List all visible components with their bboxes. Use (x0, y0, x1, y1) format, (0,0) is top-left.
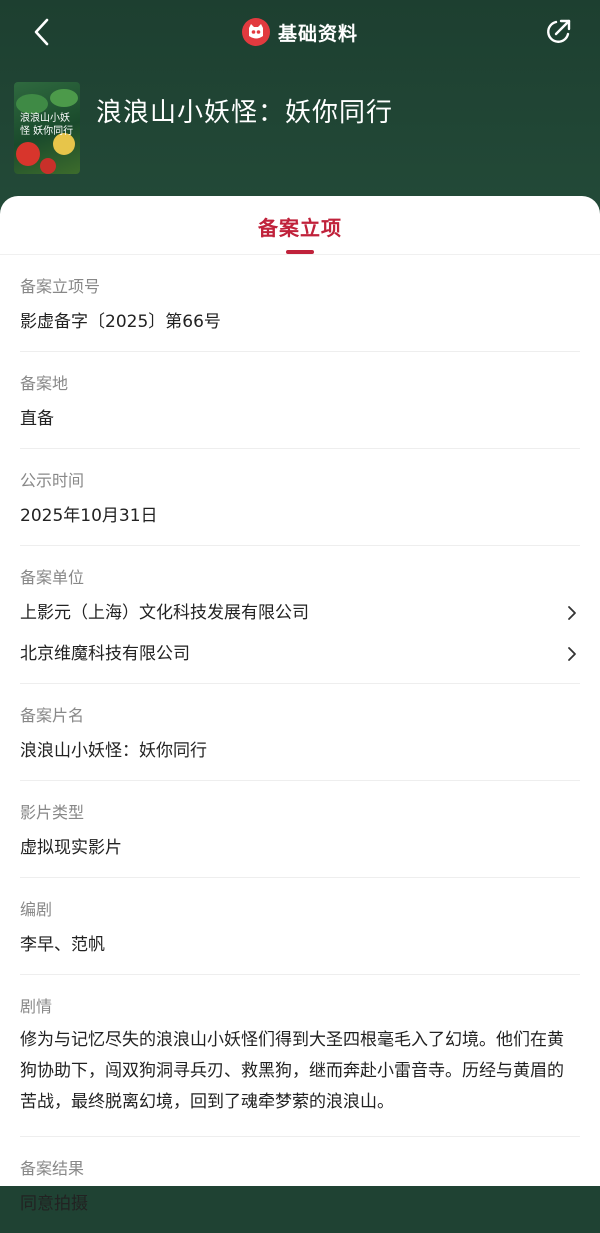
chevron-right-icon (564, 605, 580, 621)
record-number-section: 备案立项号 影虚备字〔2025〕第66号 (20, 255, 580, 352)
record-number-label: 备案立项号 (20, 277, 101, 296)
record-place-label: 备案地 (20, 374, 69, 393)
film-type-label: 影片类型 (20, 803, 85, 822)
tab-record-label: 备案立项 (258, 216, 342, 240)
result-label: 备案结果 (20, 1159, 85, 1178)
result-value: 同意拍摄 (20, 1194, 88, 1214)
publish-time-label: 公示时间 (20, 471, 85, 490)
unit-link-shangyingyuan[interactable]: 上影元（上海）文化科技发展有限公司 (20, 602, 580, 624)
screenwriter-value: 李早、范帆 (20, 935, 105, 955)
unit-link-weimo[interactable]: 北京维魔科技有限公司 (20, 643, 580, 665)
screenwriter-label: 编剧 (20, 900, 53, 919)
publish-time-section: 公示时间 2025年10月31日 (20, 449, 580, 546)
tab-record[interactable]: 备案立项 (258, 196, 342, 254)
record-place-value: 直备 (20, 409, 54, 429)
film-type-section: 影片类型 虚拟现实影片 (20, 781, 580, 878)
unit-name: 北京维魔科技有限公司 (20, 644, 190, 664)
plot-section: 剧情 修为与记忆尽失的浪浪山小妖怪们得到大圣四根毫毛入了幻境。他们在黄狗协助下，… (20, 975, 580, 1137)
tab-active-indicator (286, 250, 314, 254)
record-units-section: 备案单位 上影元（上海）文化科技发展有限公司 北京维魔科技有限公司 (20, 546, 580, 684)
record-units-label: 备案单位 (20, 568, 85, 587)
result-section: 备案结果 同意拍摄 (20, 1137, 580, 1233)
plot-label: 剧情 (20, 997, 53, 1016)
film-name-section: 备案片名 浪浪山小妖怪：妖你同行 (20, 684, 580, 781)
movie-poster: 浪浪山小妖怪 妖你同行 (14, 82, 80, 174)
film-name-value: 浪浪山小妖怪：妖你同行 (20, 741, 207, 761)
film-name-label: 备案片名 (20, 706, 85, 725)
share-icon (547, 19, 571, 43)
record-place-section: 备案地 直备 (20, 352, 580, 449)
screenwriter-section: 编剧 李早、范帆 (20, 878, 580, 975)
chevron-right-icon (564, 646, 580, 662)
poster-text: 浪浪山小妖怪 妖你同行 (20, 113, 74, 137)
tab-bar: 备案立项 (0, 196, 600, 255)
header: 基础资料 浪浪山小妖怪 妖你同行 浪浪山小妖怪：妖你同行 (0, 0, 600, 215)
plot-text: 修为与记忆尽失的浪浪山小妖怪们得到大圣四根毫毛入了幻境。他们在黄狗协助下，闯双狗… (20, 1030, 564, 1112)
movie-title: 浪浪山小妖怪：妖你同行 (96, 98, 394, 128)
info-card: 备案立项 备案立项号 影虚备字〔2025〕第66号 备案地 直备 公示时间 20… (0, 196, 600, 1214)
unit-name: 上影元（上海）文化科技发展有限公司 (20, 603, 309, 623)
publish-time-value: 2025年10月31日 (20, 506, 158, 526)
page-title: 基础资料 (277, 22, 358, 45)
cat-logo-icon (241, 18, 270, 46)
record-number-value: 影虚备字〔2025〕第66号 (20, 312, 221, 332)
title-bar: 基础资料 (0, 14, 600, 50)
film-type-value: 虚拟现实影片 (20, 838, 122, 858)
share-button[interactable] (540, 14, 576, 50)
